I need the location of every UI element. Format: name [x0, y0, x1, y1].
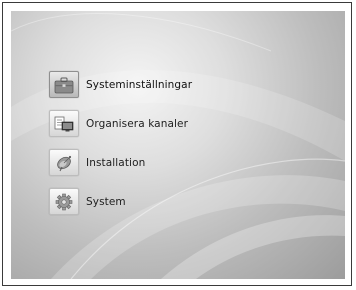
- menu-item-label: Systeminställningar: [86, 78, 193, 91]
- menu-item-installation[interactable]: Installation: [49, 143, 192, 182]
- menu-item-label: Installation: [86, 156, 146, 169]
- menu-item-label: Organisera kanaler: [86, 117, 189, 130]
- menu-item-organisera-kanaler[interactable]: Organisera kanaler: [49, 104, 192, 143]
- screenshot-frame: Systeminställningar Organisera kanaler I…: [2, 2, 352, 286]
- gear-icon: [49, 188, 79, 215]
- satellite-dish-icon: [49, 149, 79, 176]
- channel-list-icon: [49, 110, 79, 137]
- menu-item-systeminstallningar[interactable]: Systeminställningar: [49, 65, 192, 104]
- briefcase-icon: [49, 71, 79, 98]
- main-menu: Systeminställningar Organisera kanaler I…: [49, 65, 192, 221]
- menu-item-label: System: [86, 195, 126, 208]
- menu-item-system[interactable]: System: [49, 182, 192, 221]
- tv-menu-screen: Systeminställningar Organisera kanaler I…: [11, 11, 345, 279]
